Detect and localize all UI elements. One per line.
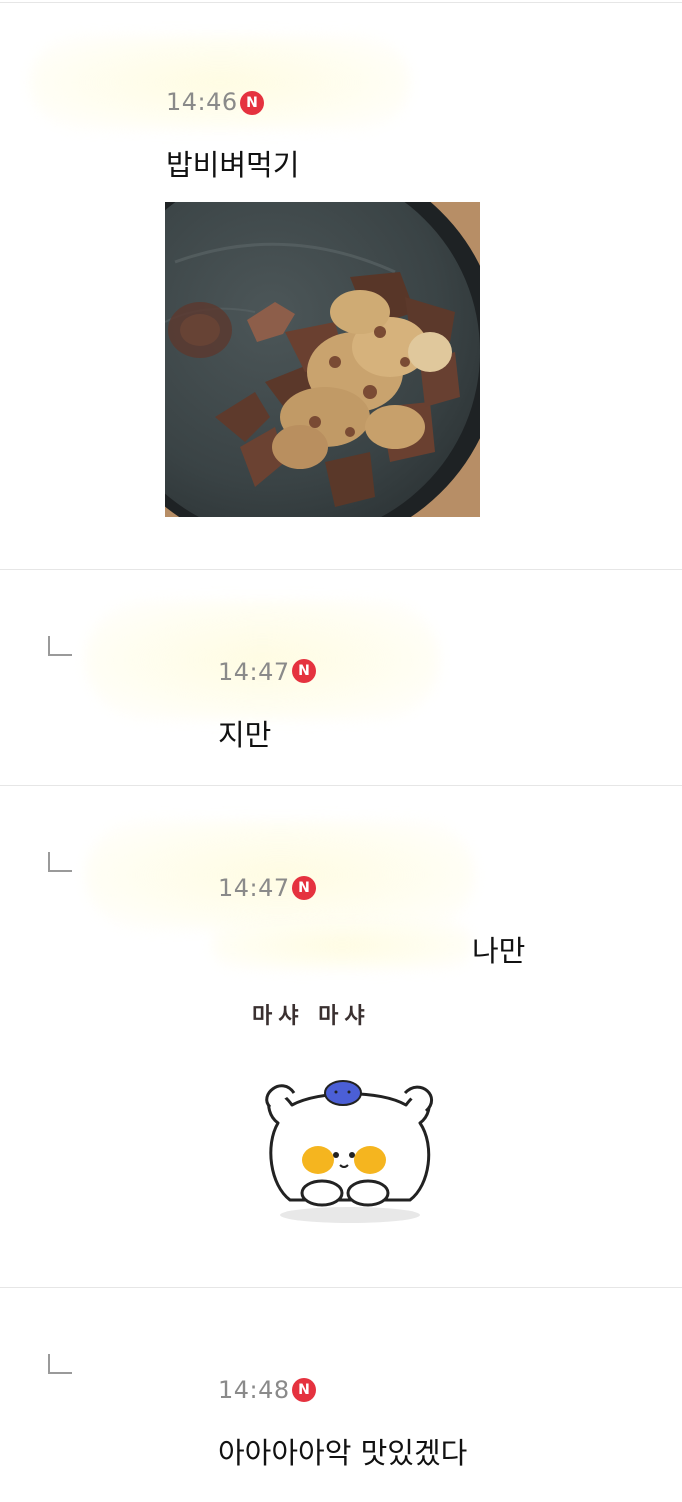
comment-divider (0, 785, 682, 786)
comment-photo[interactable] (165, 202, 480, 517)
comment-time: 14:47 (218, 874, 290, 902)
sticker-caption: 마샤 마샤 (252, 1004, 371, 1029)
new-badge-icon: N (292, 876, 316, 900)
reply-corner-icon (48, 852, 72, 872)
sticker[interactable]: 마샤 마샤 (230, 990, 470, 1225)
new-badge-icon: N (292, 1378, 316, 1402)
blurred-mention (212, 920, 472, 970)
comment-divider (0, 1287, 682, 1288)
comment-time: 14:46 (166, 88, 238, 116)
new-badge-icon: N (292, 659, 316, 683)
comment-text: 아아아아악 맛있겠다 (218, 1436, 468, 1470)
comment-text: 나만 (472, 934, 526, 968)
top-divider (0, 2, 682, 3)
reply-corner-icon (48, 1354, 72, 1374)
comment-time: 14:48 (218, 1376, 290, 1404)
food-pan-image (165, 202, 480, 517)
bunny-sticker-icon (265, 1080, 434, 1223)
comment-text: 지만 (218, 718, 272, 752)
comment-text: 밥비벼먹기 (166, 148, 300, 182)
comment-divider (0, 569, 682, 570)
reply-corner-icon (48, 636, 72, 656)
new-badge-icon: N (240, 91, 264, 115)
comment-time: 14:47 (218, 658, 290, 686)
